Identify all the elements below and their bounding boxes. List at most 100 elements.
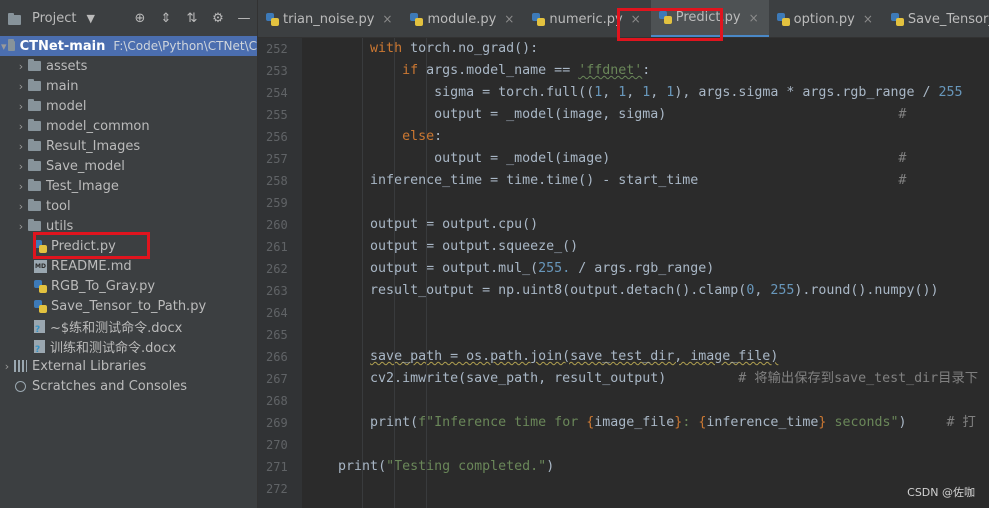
root-folder-name: CTNet-main xyxy=(19,38,106,54)
line-number: 270 xyxy=(266,438,288,452)
close-icon[interactable]: × xyxy=(863,12,873,26)
tree-item-root[interactable]: ▾ CTNet-main F:\Code\Python\CTNet\C xyxy=(0,36,257,56)
python-file-icon xyxy=(658,11,672,24)
tree-item-file[interactable]: ~$练和测试命令.docx xyxy=(0,316,257,336)
tree-item-folder[interactable]: › main xyxy=(0,76,257,96)
project-panel: Project ▼ ⊕ ⇕ ⇅ ⚙ — ▾ CTNet-main F:\Code… xyxy=(0,0,258,508)
project-panel-title[interactable]: Project xyxy=(32,11,76,26)
folder-icon xyxy=(28,79,41,91)
chevron-right-icon[interactable]: › xyxy=(14,160,28,173)
chevron-right-icon[interactable]: › xyxy=(14,60,28,73)
code-line: with torch.no_grad(): xyxy=(370,41,539,56)
project-panel-header: Project ▼ ⊕ ⇕ ⇅ ⚙ — xyxy=(0,0,257,38)
line-number: 253 xyxy=(266,64,288,78)
chevron-right-icon[interactable]: › xyxy=(14,180,28,193)
expand-all-icon[interactable]: ⇅ xyxy=(179,11,205,26)
tree-item-folder[interactable]: › tool xyxy=(0,196,257,216)
chevron-right-icon[interactable]: › xyxy=(14,120,28,133)
code-line: output = _model(image, sigma) # xyxy=(306,107,915,122)
tree-item-file[interactable]: RGB_To_Gray.py xyxy=(0,276,257,296)
chevron-down-icon[interactable]: ▾ xyxy=(0,40,8,53)
tab-label: Save_Tensor_to_Path.py xyxy=(907,11,989,27)
chevron-down-icon[interactable]: ▼ xyxy=(86,12,94,25)
line-number: 263 xyxy=(266,284,288,298)
line-number: 262 xyxy=(266,262,288,276)
line-number-gutter: 252 253 254 255 256 257 258 259 260 261 … xyxy=(258,38,302,508)
close-icon[interactable]: × xyxy=(631,12,641,26)
tree-item-folder[interactable]: › utils xyxy=(0,216,257,236)
close-icon[interactable]: × xyxy=(382,12,392,26)
file-label: 训练和测试命令.docx xyxy=(50,340,177,356)
close-icon[interactable]: × xyxy=(504,12,514,26)
line-number: 272 xyxy=(266,482,288,496)
folder-label: main xyxy=(46,78,79,94)
tree-item-folder[interactable]: › assets xyxy=(0,56,257,76)
code-line: cv2.imwrite(save_path, result_output) # … xyxy=(306,371,979,386)
code-line: sigma = torch.full((1, 1, 1, 1), args.si… xyxy=(306,85,963,100)
code-line: output = _model(image) # xyxy=(306,151,915,166)
tab-option[interactable]: option.py × xyxy=(769,0,883,37)
tab-module[interactable]: module.py × xyxy=(402,0,524,37)
close-icon[interactable]: × xyxy=(749,11,759,25)
tab-predict[interactable]: Predict.py × xyxy=(650,0,769,37)
code-line: if args.model_name == 'ffdnet': xyxy=(402,63,651,78)
tree-item-file[interactable]: Predict.py xyxy=(0,236,257,256)
folder-label: assets xyxy=(46,58,88,74)
line-number: 269 xyxy=(266,416,288,430)
tab-trian-noise[interactable]: trian_noise.py × xyxy=(258,0,402,37)
tree-item-file[interactable]: Save_Tensor_to_Path.py xyxy=(0,296,257,316)
project-tree: ▾ CTNet-main F:\Code\Python\CTNet\C › ass… xyxy=(0,36,257,396)
line-number: 261 xyxy=(266,240,288,254)
tree-item-file[interactable]: MD README.md xyxy=(0,256,257,276)
markdown-file-icon: MD xyxy=(34,259,47,273)
root-folder-path: F:\Code\Python\CTNet\C xyxy=(113,39,257,53)
tree-item-scratches[interactable]: Scratches and Consoles xyxy=(0,376,257,396)
folder-icon xyxy=(28,139,41,151)
line-number: 258 xyxy=(266,174,288,188)
library-icon xyxy=(14,360,27,372)
gear-icon[interactable]: ⚙ xyxy=(205,11,231,26)
chevron-right-icon[interactable]: › xyxy=(14,220,28,233)
minimize-icon[interactable]: — xyxy=(231,11,257,26)
file-label: Predict.py xyxy=(51,238,116,254)
chevron-right-icon[interactable]: › xyxy=(14,140,28,153)
folder-icon xyxy=(28,159,41,171)
tree-item-folder[interactable]: › model_common xyxy=(0,116,257,136)
folder-label: Test_Image xyxy=(46,178,119,194)
tree-item-folder[interactable]: › Test_Image xyxy=(0,176,257,196)
file-label: README.md xyxy=(51,258,132,274)
tab-numeric[interactable]: numeric.py × xyxy=(524,0,650,37)
tree-item-folder[interactable]: › Save_model xyxy=(0,156,257,176)
code-line: save_path = os.path.join(save_test_dir, … xyxy=(370,349,779,364)
unknown-file-icon xyxy=(34,339,45,355)
tab-save-tensor-to-path[interactable]: Save_Tensor_to_Path.py xyxy=(883,0,989,37)
tab-label: numeric.py xyxy=(549,11,623,27)
collapse-all-icon[interactable]: ⇕ xyxy=(153,11,179,26)
chevron-right-icon[interactable]: › xyxy=(14,80,28,93)
chevron-right-icon[interactable]: › xyxy=(14,100,28,113)
scratches-label: Scratches and Consoles xyxy=(32,378,188,394)
code-line: result_output = np.uint8(output.detach()… xyxy=(306,283,939,298)
locate-icon[interactable]: ⊕ xyxy=(127,11,153,26)
folder-icon xyxy=(28,99,41,111)
code-line: print(f"Inference time for {image_file}:… xyxy=(370,415,976,430)
chevron-right-icon[interactable]: › xyxy=(14,200,28,213)
python-file-icon xyxy=(776,12,790,26)
tree-item-external-libraries[interactable]: › External Libraries xyxy=(0,356,257,376)
folder-icon xyxy=(28,119,41,131)
line-number: 252 xyxy=(266,42,288,56)
folder-icon xyxy=(28,199,41,211)
code-editor[interactable]: with torch.no_grad(): if args.model_name… xyxy=(302,38,989,508)
tree-item-folder[interactable]: › Result_Images xyxy=(0,136,257,156)
chevron-right-icon[interactable]: › xyxy=(0,360,14,373)
tree-item-file[interactable]: 训练和测试命令.docx xyxy=(0,336,257,356)
code-line: inference_time = time.time() - start_tim… xyxy=(306,173,915,188)
file-label: RGB_To_Gray.py xyxy=(51,278,156,294)
folder-label: model_common xyxy=(46,118,150,134)
tree-item-folder[interactable]: › model xyxy=(0,96,257,116)
python-file-icon xyxy=(34,279,47,293)
